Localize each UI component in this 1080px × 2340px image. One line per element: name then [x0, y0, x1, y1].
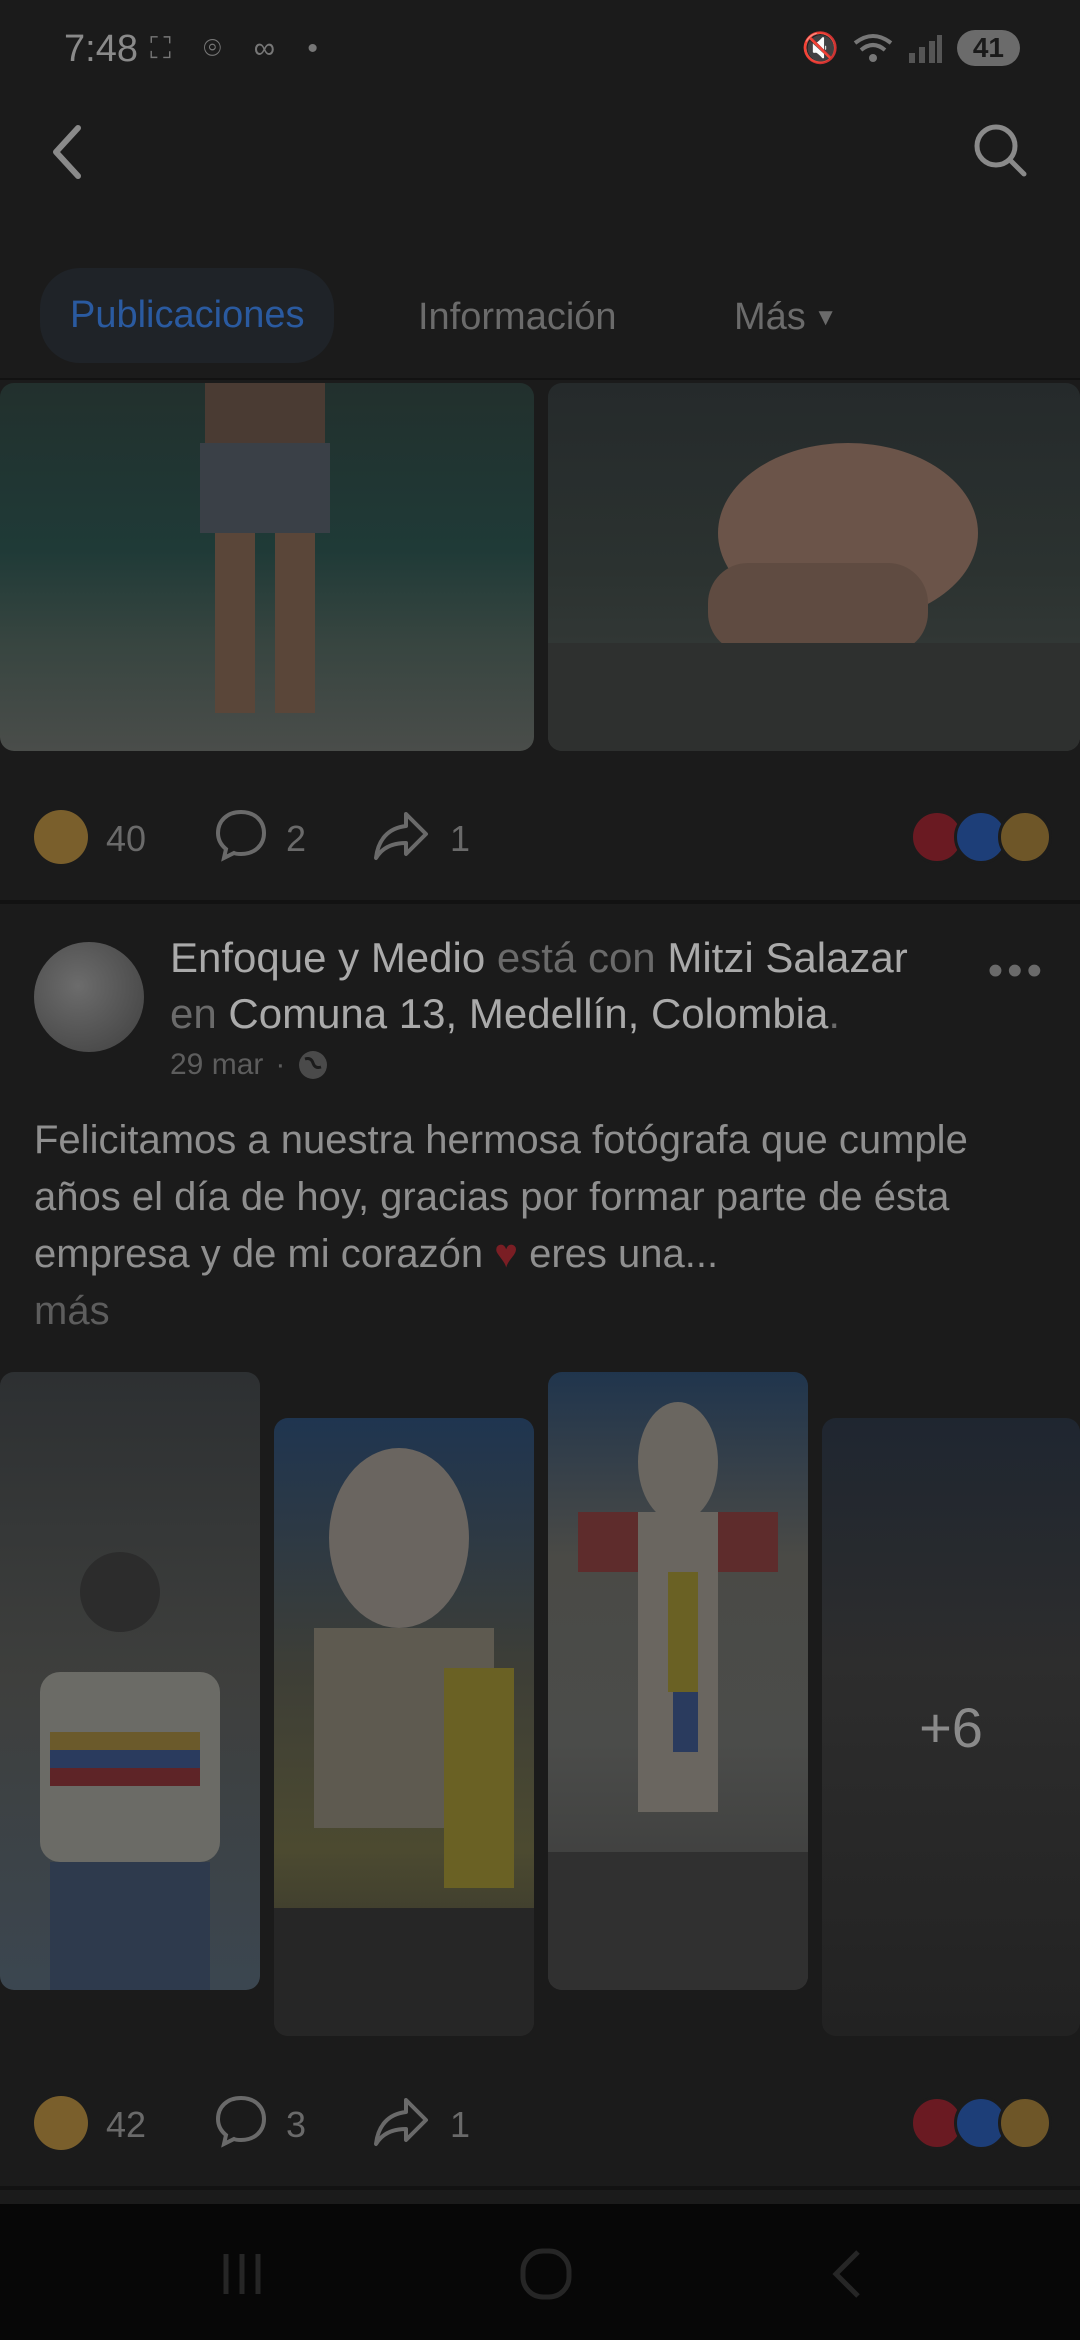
care-reaction-icon	[998, 810, 1052, 864]
see-more-link[interactable]: más	[34, 1289, 110, 1333]
gallery-more-photos[interactable]: +6	[822, 1418, 1080, 2036]
recent-apps-icon[interactable]	[212, 2244, 272, 2304]
avatar[interactable]	[34, 942, 144, 1052]
care-reaction-icon[interactable]	[34, 810, 88, 864]
mute-icon: 🔇	[801, 31, 839, 65]
author-name[interactable]: Enfoque y Medio	[170, 934, 485, 981]
back-nav-icon[interactable]	[820, 2244, 880, 2304]
share-icon[interactable]	[372, 808, 430, 862]
person-figure	[200, 383, 330, 713]
heart-emoji-icon: ♥	[494, 1232, 518, 1276]
post-date[interactable]: 29 mar	[170, 1048, 263, 1082]
post-photo[interactable]	[548, 383, 1080, 751]
comment-icon[interactable]	[214, 2094, 268, 2148]
status-right-icons: 🔇 41	[801, 30, 1020, 66]
reaction-summary[interactable]	[910, 2096, 1052, 2150]
status-left-icons: ⛶ ⌾ ∞ •	[150, 32, 330, 65]
reaction-bar: 42 3 1	[0, 2080, 1080, 2170]
statue-figure	[274, 1448, 534, 2036]
reaction-bar: 40 2 1	[0, 794, 1080, 884]
home-icon[interactable]	[516, 2244, 576, 2304]
post-header: Enfoque y Medio está con Mitzi Salazar e…	[170, 934, 908, 1037]
post-photo[interactable]	[0, 383, 534, 751]
tab-mas[interactable]: Más ▼	[734, 296, 838, 339]
share-count[interactable]: 1	[450, 818, 470, 860]
signal-icon	[908, 35, 942, 63]
care-reaction-icon	[998, 2096, 1052, 2150]
status-bar: 7:48 ⛶ ⌾ ∞ • 🔇 41	[0, 0, 1080, 108]
in-word: en	[170, 990, 217, 1037]
comment-count[interactable]: 2	[286, 818, 306, 860]
more-options-icon[interactable]: •••	[988, 946, 1046, 996]
battery-indicator: 41	[956, 30, 1020, 66]
gallery-photo[interactable]	[548, 1372, 808, 1990]
location-link[interactable]: Comuna 13, Medellín, Colombia	[228, 990, 828, 1037]
post-text-tail: eres una...	[529, 1232, 719, 1276]
post-separator	[0, 900, 1080, 904]
profile-tabs: Publicaciones Información Más ▼	[0, 250, 1080, 380]
chevron-left-icon[interactable]	[40, 118, 96, 186]
share-icon[interactable]	[372, 2094, 430, 2148]
share-count[interactable]: 1	[450, 2104, 470, 2146]
status-time: 7:48	[64, 28, 138, 70]
gallery-photo[interactable]	[274, 1418, 534, 2036]
system-nav-bar	[0, 2204, 1080, 2340]
divider	[0, 378, 1080, 380]
post-text: Felicitamos a nuestra hermosa fotógrafa …	[34, 1112, 1044, 1340]
comment-count[interactable]: 3	[286, 2104, 306, 2146]
post-meta: 29 mar ·	[170, 1048, 329, 1082]
with-word: está con	[496, 934, 656, 981]
gallery-photo[interactable]	[0, 1372, 260, 1990]
globe-icon	[299, 1051, 328, 1079]
tab-informacion[interactable]: Información	[418, 296, 617, 339]
caret-down-icon: ▼	[813, 303, 838, 331]
reaction-count[interactable]: 40	[106, 818, 146, 860]
tagged-name[interactable]: Mitzi Salazar	[667, 934, 907, 981]
tab-mas-label: Más	[734, 296, 806, 338]
person-figure	[548, 443, 1080, 751]
care-reaction-icon[interactable]	[34, 2096, 88, 2150]
reaction-count[interactable]: 42	[106, 2104, 146, 2146]
reaction-summary[interactable]	[910, 810, 1052, 864]
comment-icon[interactable]	[214, 808, 268, 862]
person-figure	[40, 1552, 220, 1990]
tab-publicaciones[interactable]: Publicaciones	[40, 268, 335, 363]
wifi-icon	[853, 34, 893, 62]
statue-figure	[548, 1402, 808, 1990]
extra-photos-count: +6	[919, 1695, 983, 1759]
search-icon[interactable]	[970, 120, 1030, 180]
post-separator	[0, 2186, 1080, 2190]
